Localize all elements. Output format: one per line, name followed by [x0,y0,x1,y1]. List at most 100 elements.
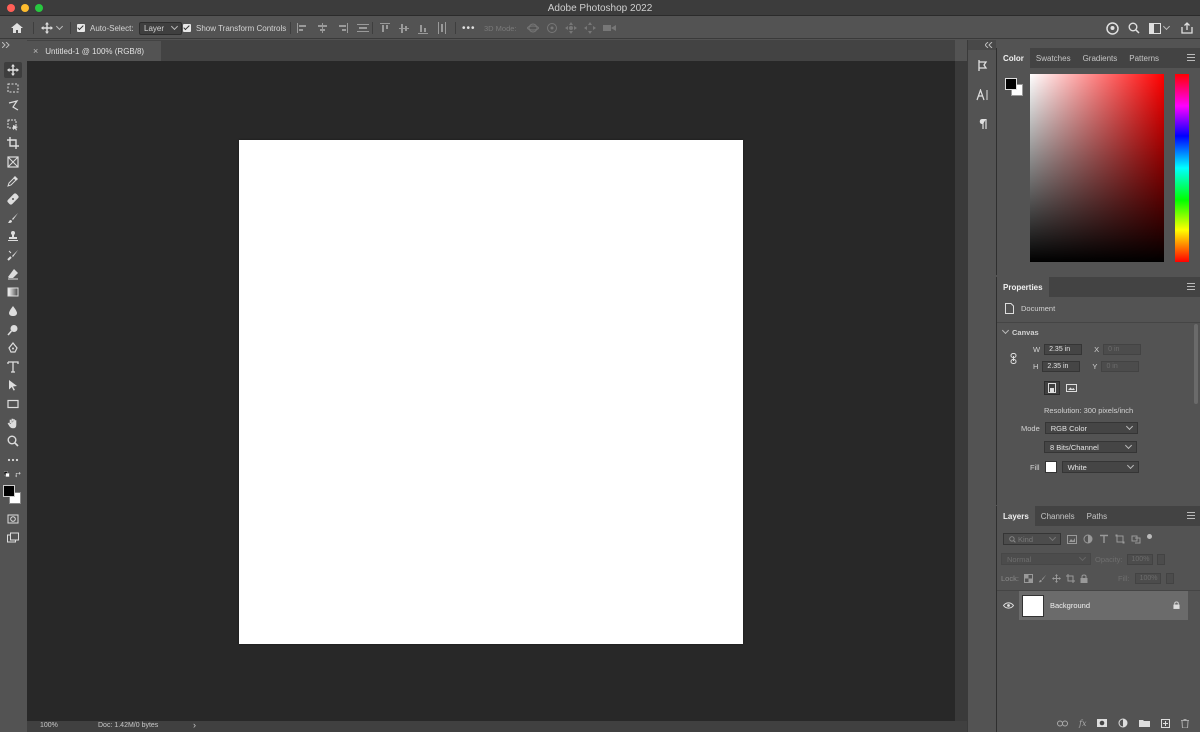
hand-tool[interactable] [4,415,22,431]
link-proportions-icon[interactable] [1010,353,1017,364]
opacity-field[interactable]: 100% [1126,553,1153,565]
width-field[interactable]: 2.35 in [1044,344,1083,355]
tab-layers[interactable]: Layers [997,506,1035,526]
edit-toolbar-button[interactable] [4,452,22,468]
3d-slide-icon[interactable] [584,22,596,34]
fill-opacity-field[interactable]: 100% [1134,573,1161,584]
frame-tool[interactable] [4,154,22,170]
type-filter-icon[interactable] [1099,534,1109,544]
paragraph-panel-button[interactable] [973,114,992,133]
adjustment-layer-icon[interactable] [1118,718,1128,728]
distribute-horizontal-icon[interactable] [357,23,369,33]
document-tab[interactable]: × Untitled-1 @ 100% (RGB/8) [27,41,161,61]
healing-brush-tool[interactable] [4,191,22,207]
3d-camera-icon[interactable] [603,23,616,33]
auto-select-target-dropdown[interactable]: Layer [139,21,183,35]
dodge-tool[interactable] [4,322,22,338]
align-middle-vertical-icon[interactable] [399,23,409,34]
properties-scrollbar[interactable] [1194,324,1198,404]
align-bottom-icon[interactable] [418,23,428,34]
canvas-section-header[interactable]: Canvas [1001,326,1039,337]
crop-tool[interactable] [4,135,22,151]
gradient-tool[interactable] [4,284,22,300]
character-panel-button[interactable] [973,85,992,104]
height-field[interactable]: 2.35 in [1042,361,1081,372]
screen-mode-button[interactable] [4,530,22,546]
more-options-button[interactable]: ••• [462,21,476,35]
share-learn-button[interactable] [1106,21,1119,35]
tab-patterns[interactable]: Patterns [1123,48,1165,68]
tab-properties[interactable]: Properties [997,277,1049,297]
fill-dropdown[interactable]: White [1061,461,1139,473]
tab-gradients[interactable]: Gradients [1077,48,1124,68]
panel-menu-icon[interactable] [1187,283,1195,290]
align-right-icon[interactable] [337,23,348,33]
delete-layer-icon[interactable] [1181,718,1190,728]
new-layer-icon[interactable] [1161,718,1171,728]
search-button[interactable] [1128,21,1140,35]
opacity-slider-toggle[interactable] [1156,553,1165,565]
share-button[interactable] [1181,21,1193,35]
toolbar-collapse[interactable] [0,40,27,50]
history-brush-tool[interactable] [4,247,22,263]
adjustment-filter-icon[interactable] [1083,534,1093,544]
x-field[interactable]: 0 in [1103,344,1142,355]
new-group-icon[interactable] [1139,719,1151,727]
visibility-eye-icon[interactable] [1003,602,1014,609]
lock-artboard-icon[interactable] [1065,574,1075,583]
portrait-button[interactable] [1044,381,1060,395]
lock-all-icon[interactable] [1080,574,1088,583]
rectangle-tool[interactable] [4,396,22,412]
align-center-horizontal-icon[interactable] [317,23,328,33]
layer-kind-filter[interactable]: Kind [1003,533,1061,545]
zoom-level[interactable]: 100% [40,722,58,729]
fill-slider-toggle[interactable] [1165,573,1174,584]
type-tool[interactable] [4,359,22,375]
align-left-icon[interactable] [297,23,308,33]
quick-mask-button[interactable] [4,511,22,527]
clone-stamp-tool[interactable] [4,228,22,244]
workspace-switcher[interactable] [1149,21,1171,35]
shape-filter-icon[interactable] [1115,534,1125,544]
object-selection-tool[interactable] [4,117,22,133]
pixel-filter-icon[interactable] [1067,534,1077,544]
y-field[interactable]: 0 in [1101,361,1140,372]
path-selection-tool[interactable] [4,377,22,393]
tab-swatches[interactable]: Swatches [1030,48,1077,68]
close-tab-icon[interactable]: × [33,46,38,56]
zoom-tool[interactable] [4,433,22,449]
auto-select-checkbox[interactable]: Auto-Select: [77,21,134,35]
swap-reset-colors[interactable] [4,470,22,480]
panel-foreground-swatch[interactable] [1005,78,1017,90]
distribute-vertical-icon[interactable] [437,22,447,34]
vertical-scrollbar[interactable] [955,61,967,721]
lock-image-icon[interactable] [1038,574,1047,583]
layer-row[interactable]: Background [1019,591,1188,620]
eraser-tool[interactable] [4,266,22,282]
add-mask-icon[interactable] [1097,719,1108,727]
tab-color[interactable]: Color [997,48,1030,68]
document-canvas[interactable] [239,140,743,644]
3d-roll-icon[interactable] [546,22,558,34]
brush-tool[interactable] [4,210,22,226]
show-transform-checkbox[interactable]: Show Transform Controls [183,21,286,35]
lasso-tool[interactable] [4,98,22,114]
blur-tool[interactable] [4,303,22,319]
pen-tool[interactable] [4,340,22,356]
move-tool[interactable] [4,62,22,78]
3d-pan-icon[interactable] [565,22,577,34]
link-layers-icon[interactable] [1057,720,1068,727]
lock-transparent-icon[interactable] [1023,574,1033,583]
history-panel-button[interactable] [973,56,992,75]
dock-collapse[interactable] [968,40,996,50]
fx-icon[interactable]: fx [1079,719,1086,728]
mode-dropdown[interactable]: RGB Color [1044,422,1138,434]
saturation-brightness-field[interactable] [1030,74,1164,262]
smart-object-filter-icon[interactable] [1131,534,1141,544]
bit-depth-dropdown[interactable]: 8 Bits/Channel [1044,441,1137,453]
marquee-tool[interactable] [4,80,22,96]
status-menu-arrow[interactable]: › [193,720,196,730]
3d-orbit-icon[interactable] [527,22,539,34]
move-tool-preset[interactable] [41,21,64,35]
foreground-color-swatch[interactable] [3,485,15,497]
